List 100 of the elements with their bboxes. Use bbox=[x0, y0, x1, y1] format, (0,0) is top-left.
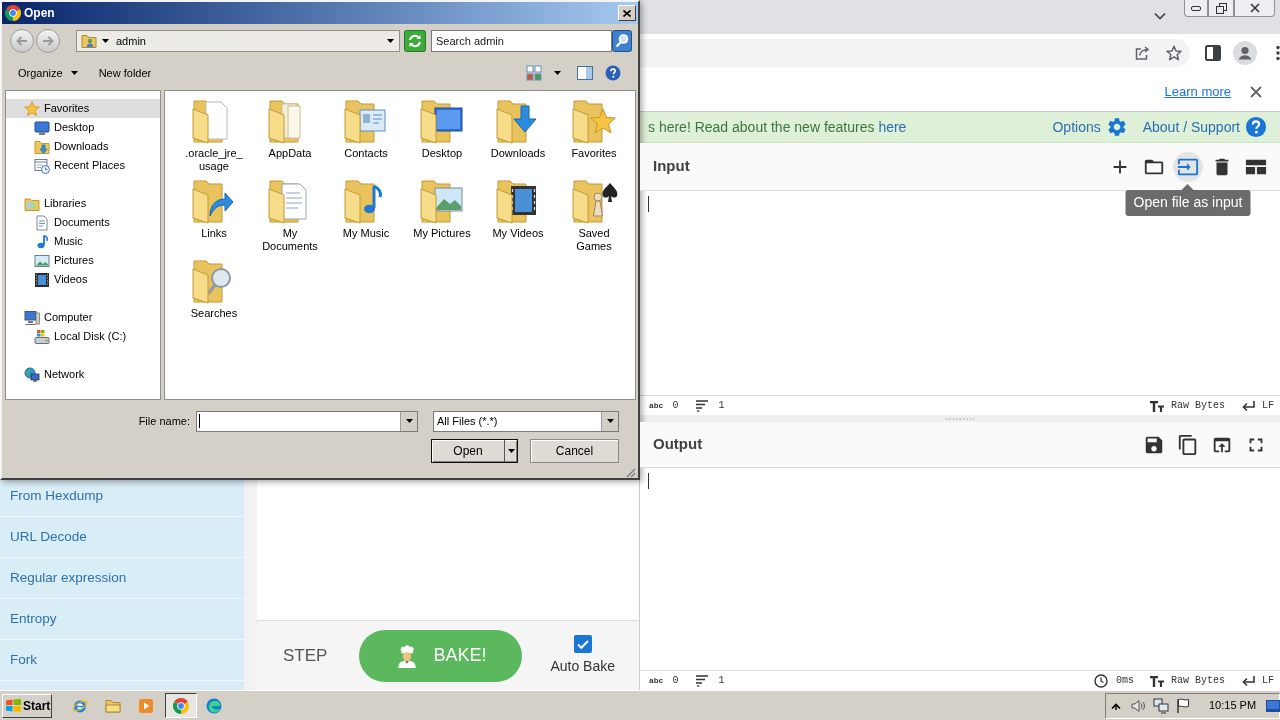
dropdown-button[interactable] bbox=[400, 411, 417, 431]
header-link[interactable]: About / Support bbox=[1142, 116, 1267, 138]
folder-item[interactable]: Contacts bbox=[328, 97, 404, 177]
user-folder-icon bbox=[81, 33, 97, 49]
dialog-button[interactable]: Cancel bbox=[530, 439, 619, 463]
nav-item[interactable]: Documents bbox=[6, 213, 160, 232]
encoding-button[interactable]: Raw Bytes bbox=[1170, 398, 1225, 413]
film-icon bbox=[34, 271, 50, 288]
preview-pane-icon[interactable] bbox=[577, 65, 593, 81]
folder-item[interactable]: Desktop bbox=[404, 97, 480, 177]
help-icon[interactable] bbox=[605, 65, 621, 81]
header-link[interactable]: Options bbox=[1052, 116, 1128, 138]
caret-icon bbox=[507, 449, 515, 453]
nav-item[interactable]: Computer bbox=[6, 308, 160, 327]
share-icon[interactable] bbox=[1134, 45, 1150, 61]
folder-item[interactable]: My Documents bbox=[252, 177, 328, 257]
file-name-field[interactable] bbox=[196, 410, 418, 432]
encoding-button[interactable]: Raw Bytes bbox=[1170, 673, 1225, 688]
chevron-down-icon[interactable] bbox=[1154, 12, 1166, 20]
length-label: abc bbox=[649, 399, 664, 412]
nav-item[interactable]: Music bbox=[6, 232, 160, 251]
nav-item[interactable]: Pictures bbox=[6, 251, 160, 270]
hard-drive-icon bbox=[34, 328, 50, 345]
copy-icon[interactable] bbox=[1177, 433, 1199, 456]
document-icon bbox=[34, 214, 50, 231]
caret-icon bbox=[606, 419, 614, 423]
folder-item[interactable]: Downloads bbox=[480, 97, 556, 177]
chess-piece-folder-icon bbox=[570, 177, 618, 225]
text-cursor bbox=[199, 414, 200, 428]
close-icon bbox=[1249, 3, 1260, 13]
checkbox-label: Auto Bake bbox=[550, 656, 615, 676]
nav-item[interactable]: Network bbox=[6, 365, 160, 384]
location-bar[interactable]: admin bbox=[76, 30, 400, 52]
taskbar-button[interactable] bbox=[165, 693, 197, 718]
nav-item[interactable]: Libraries bbox=[6, 194, 160, 213]
nav-item[interactable]: Downloads bbox=[6, 137, 160, 156]
folder-item[interactable]: Searches bbox=[176, 257, 252, 337]
learn-more-link[interactable]: Learn more bbox=[1164, 81, 1231, 102]
folder-item[interactable]: My Pictures bbox=[404, 177, 480, 257]
minimize-button[interactable] bbox=[1184, 0, 1208, 17]
nav-item[interactable]: Desktop bbox=[6, 118, 160, 137]
folder-item[interactable]: Links bbox=[176, 177, 252, 257]
window-clock-icon bbox=[34, 157, 50, 174]
nav-item[interactable]: Videos bbox=[6, 270, 160, 289]
eol-button[interactable]: LF bbox=[1262, 398, 1274, 413]
nav-item[interactable]: Recent Places bbox=[6, 156, 160, 175]
star-icon bbox=[24, 100, 40, 117]
windows-flag-icon bbox=[6, 699, 21, 712]
dropdown-button[interactable] bbox=[601, 411, 618, 431]
side-panel-icon[interactable] bbox=[1205, 45, 1221, 61]
search-icon[interactable] bbox=[612, 30, 632, 52]
monitor-icon bbox=[34, 119, 50, 136]
nav-item[interactable]: Favorites bbox=[6, 99, 160, 118]
resize-grip-icon[interactable] bbox=[624, 466, 636, 478]
banner-text: s here! Read about the new features here bbox=[648, 117, 907, 137]
folder-item[interactable]: My Videos bbox=[480, 177, 556, 257]
restore-button[interactable] bbox=[1208, 0, 1234, 17]
checkbox-icon[interactable] bbox=[573, 634, 592, 653]
right-arrow-icon bbox=[42, 36, 54, 46]
view-options-icon[interactable] bbox=[526, 65, 542, 81]
eol-button[interactable]: LF bbox=[1262, 673, 1274, 688]
folder-item[interactable]: Saved Games bbox=[556, 177, 632, 257]
minimize-icon bbox=[1191, 5, 1201, 11]
return-arrow-icon bbox=[1241, 399, 1255, 412]
restore-icon bbox=[1215, 2, 1227, 14]
time-value: 0ms bbox=[1115, 674, 1134, 688]
location-text: admin bbox=[116, 33, 146, 49]
start-button[interactable]: Start bbox=[2, 693, 52, 718]
window-title: Open bbox=[24, 5, 55, 22]
lines-icon bbox=[696, 399, 709, 412]
more-menu-icon[interactable] bbox=[1276, 45, 1280, 61]
chevron-up-icon[interactable] bbox=[1111, 701, 1121, 710]
flag-icon[interactable] bbox=[1176, 698, 1190, 713]
speaker-icon[interactable] bbox=[1131, 698, 1145, 713]
close-icon[interactable] bbox=[1250, 85, 1262, 98]
edge-icon[interactable] bbox=[206, 697, 222, 714]
folder-item[interactable]: AppData bbox=[252, 97, 328, 177]
avatar-icon[interactable] bbox=[1233, 41, 1257, 65]
lines-value: 1 bbox=[718, 399, 725, 413]
folder-item[interactable]: .oracle_jre_usage bbox=[176, 97, 252, 177]
refresh-icon[interactable] bbox=[404, 30, 426, 52]
close-button[interactable] bbox=[1234, 0, 1275, 17]
search-field[interactable]: Search admin bbox=[431, 30, 612, 52]
star-outline-icon[interactable] bbox=[1166, 45, 1182, 61]
folder-item[interactable]: Favorites bbox=[556, 97, 632, 177]
dialog-button[interactable]: Open bbox=[431, 439, 518, 463]
nav-item[interactable]: Local Disk (C:) bbox=[6, 327, 160, 346]
step-button[interactable]: STEP bbox=[283, 642, 328, 669]
computer-icon bbox=[24, 309, 40, 326]
length-label: abc bbox=[649, 674, 664, 687]
lines-icon bbox=[696, 674, 709, 687]
file-type-dropdown[interactable]: All Files (*.*) bbox=[433, 410, 619, 432]
toolbar-button[interactable]: Organize bbox=[16, 62, 80, 84]
network-icon[interactable] bbox=[1153, 697, 1169, 714]
gear-icon bbox=[1105, 116, 1128, 138]
folder-item[interactable]: My Music bbox=[328, 177, 404, 257]
toolbar-button[interactable]: New folder bbox=[96, 62, 154, 84]
show-desktop-icon[interactable] bbox=[1266, 699, 1280, 712]
banner-link[interactable]: here bbox=[878, 118, 907, 135]
return-arrow-icon bbox=[1241, 674, 1255, 687]
